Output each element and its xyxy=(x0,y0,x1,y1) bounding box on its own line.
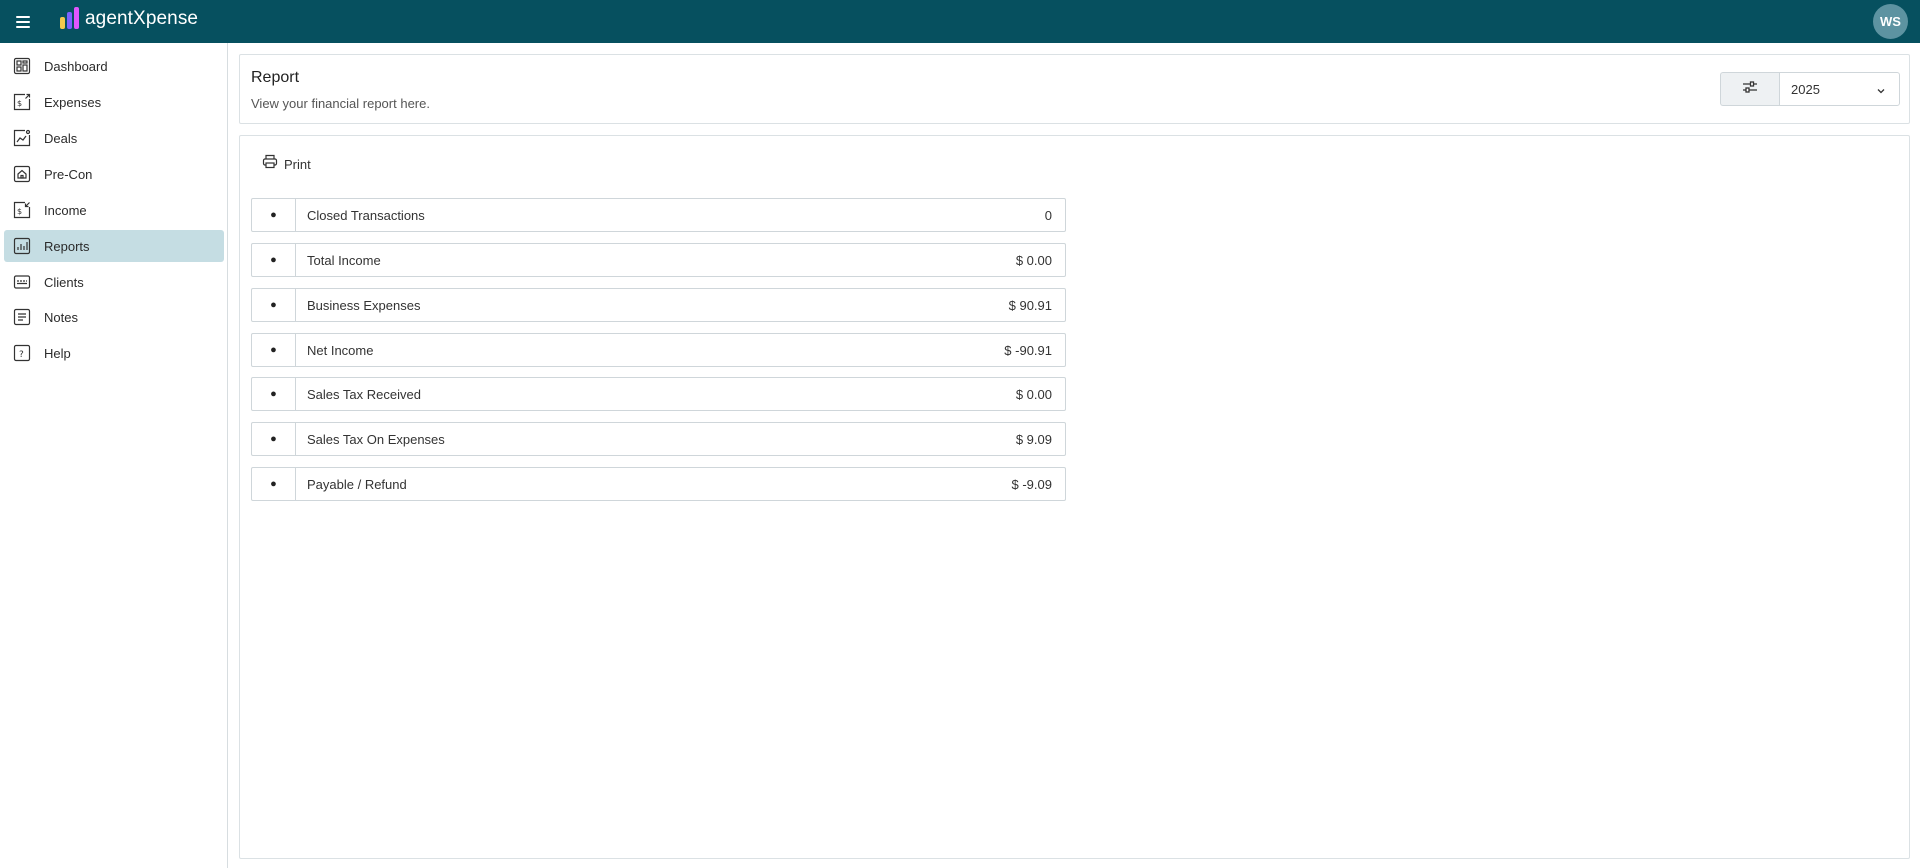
sidebar-item-label: Deals xyxy=(44,130,78,146)
row-bullet: ● xyxy=(252,289,296,321)
sidebar-item-help[interactable]: ? Help xyxy=(4,337,224,369)
notes-icon xyxy=(13,308,31,326)
pre-con-house-icon xyxy=(13,165,31,183)
row-value: $ 90.91 xyxy=(1008,297,1052,313)
sidebar-item-label: Reports xyxy=(44,238,90,254)
svg-text:?: ? xyxy=(19,350,24,360)
sliders-icon xyxy=(1742,80,1758,99)
row-label: Net Income xyxy=(307,342,374,358)
report-row-net-income: ● Net Income $ -90.91 xyxy=(251,333,1066,367)
print-button[interactable]: Print xyxy=(262,154,311,174)
expenses-dollar-icon: $ xyxy=(13,93,31,111)
report-row-total-income: ● Total Income $ 0.00 xyxy=(251,243,1066,277)
filter-button[interactable] xyxy=(1720,72,1779,106)
row-bullet: ● xyxy=(252,199,296,231)
sidebar-item-notes[interactable]: Notes xyxy=(4,301,224,333)
report-row-business-expenses: ● Business Expenses $ 90.91 xyxy=(251,288,1066,322)
sidebar-item-label: Expenses xyxy=(44,94,102,110)
sidebar-item-label: Help xyxy=(44,345,71,361)
income-dollar-icon: $ xyxy=(13,201,31,219)
row-value: $ 9.09 xyxy=(1015,431,1052,447)
report-card: Print ● Closed Transactions 0 ● Total In… xyxy=(239,135,1910,859)
page-subtitle: View your financial report here. xyxy=(251,96,430,111)
top-bar: agentXpense WS xyxy=(0,0,1920,43)
sidebar: Dashboard $ Expenses Deals Pre-Con $ Inc… xyxy=(0,43,228,868)
row-bullet: ● xyxy=(252,378,296,410)
chevron-down-icon xyxy=(1875,84,1887,96)
row-value: $ 0.00 xyxy=(1015,386,1052,402)
row-label: Sales Tax Received xyxy=(307,386,421,402)
row-value: 0 xyxy=(1044,207,1052,223)
print-label: Print xyxy=(284,156,311,172)
sidebar-item-label: Clients xyxy=(44,274,84,290)
row-bullet: ● xyxy=(252,423,296,455)
row-label: Closed Transactions xyxy=(307,207,425,223)
sidebar-item-expenses[interactable]: $ Expenses xyxy=(4,86,224,118)
app-name: agentXpense xyxy=(85,8,199,29)
printer-icon xyxy=(262,154,278,174)
row-value: $ 0.00 xyxy=(1015,252,1052,268)
deals-chart-icon xyxy=(13,129,31,147)
year-select[interactable]: 2025 xyxy=(1779,72,1900,106)
report-row-payable-refund: ● Payable / Refund $ -9.09 xyxy=(251,467,1066,501)
sidebar-item-reports[interactable]: Reports xyxy=(4,230,224,262)
page-title: Report xyxy=(251,69,300,86)
logo-icon xyxy=(60,7,80,29)
row-value: $ -9.09 xyxy=(1011,476,1052,492)
row-label: Payable / Refund xyxy=(307,476,407,492)
sidebar-item-label: Dashboard xyxy=(44,58,108,74)
row-bullet: ● xyxy=(252,244,296,276)
report-row-sales-tax-received: ● Sales Tax Received $ 0.00 xyxy=(251,377,1066,411)
svg-text:$: $ xyxy=(17,207,22,216)
report-header-card: Report View your financial report here. … xyxy=(239,54,1910,124)
hamburger-menu-icon[interactable] xyxy=(12,11,34,33)
row-label: Total Income xyxy=(307,252,381,268)
row-bullet: ● xyxy=(252,468,296,500)
sidebar-item-clients[interactable]: Clients xyxy=(4,266,224,298)
report-row-sales-tax-on-expenses: ● Sales Tax On Expenses $ 9.09 xyxy=(251,422,1066,456)
report-row-closed-transactions: ● Closed Transactions 0 xyxy=(251,198,1066,232)
sidebar-item-label: Notes xyxy=(44,309,78,325)
row-label: Sales Tax On Expenses xyxy=(307,431,445,447)
sidebar-item-income[interactable]: $ Income xyxy=(4,194,224,226)
help-icon: ? xyxy=(13,344,31,362)
row-bullet: ● xyxy=(252,334,296,366)
clients-card-icon xyxy=(13,273,31,291)
row-label: Business Expenses xyxy=(307,297,421,313)
reports-bar-chart-icon xyxy=(13,237,31,255)
user-avatar[interactable]: WS xyxy=(1873,4,1908,39)
sidebar-item-label: Income xyxy=(44,202,87,218)
sidebar-item-pre-con[interactable]: Pre-Con xyxy=(4,158,224,190)
svg-text:$: $ xyxy=(17,99,22,108)
sidebar-item-label: Pre-Con xyxy=(44,166,93,182)
dashboard-icon xyxy=(13,57,31,75)
year-select-value: 2025 xyxy=(1791,81,1820,97)
sidebar-item-deals[interactable]: Deals xyxy=(4,122,224,154)
sidebar-item-dashboard[interactable]: Dashboard xyxy=(4,50,224,82)
row-value: $ -90.91 xyxy=(1004,342,1052,358)
